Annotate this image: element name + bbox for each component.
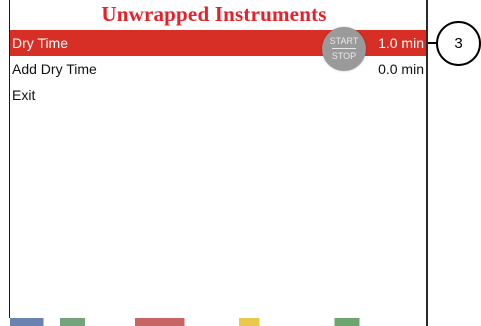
stop-label: STOP: [331, 51, 357, 61]
menu-item-label: Add Dry Time: [12, 61, 97, 77]
menu-item-exit[interactable]: Exit: [10, 82, 426, 108]
start-stop-divider: [332, 48, 356, 49]
screen-title: Unwrapped Instruments: [101, 2, 327, 26]
start-label: START: [329, 36, 359, 46]
menu-item-label: Dry Time: [12, 35, 68, 51]
taskbar-strip: [10, 318, 426, 326]
menu-item-label: Exit: [12, 87, 36, 103]
instrument-screen: Unwrapped Instruments Dry Time 1.0 min A…: [0, 0, 428, 326]
menu-item-value: 1.0 min: [378, 35, 424, 51]
callout-number-badge: 3: [436, 21, 481, 66]
menu-item-value: 0.0 min: [378, 61, 424, 77]
start-stop-button[interactable]: START STOP: [322, 27, 366, 71]
